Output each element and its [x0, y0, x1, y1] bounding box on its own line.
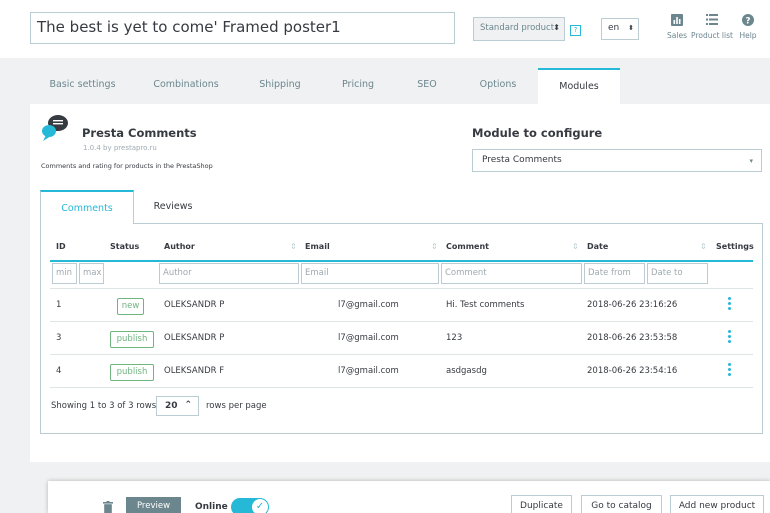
row-id: 1: [56, 300, 62, 310]
language-select[interactable]: en ⬍: [601, 18, 639, 40]
sales-label: Sales: [667, 31, 687, 40]
add-new-product-button[interactable]: Add new product: [670, 495, 764, 513]
select-arrows-icon: ⬍: [553, 23, 560, 32]
date-to-filter[interactable]: Date to: [647, 263, 708, 284]
column-header-comment[interactable]: Comment: [446, 242, 489, 251]
preview-button[interactable]: Preview: [126, 497, 181, 513]
tab-pricing[interactable]: Pricing: [332, 68, 384, 104]
column-header-author[interactable]: Author: [164, 242, 195, 251]
column-header-date[interactable]: Date: [587, 242, 608, 251]
modules-card: Presta Comments 1.0.4 by prestapro.ru Co…: [30, 104, 770, 462]
row-author: OLEKSANDR P: [164, 333, 225, 343]
svg-text:?: ?: [745, 17, 750, 27]
bar-chart-icon: [664, 14, 690, 28]
tab-combinations[interactable]: Combinations: [142, 68, 230, 104]
product-type-value: Standard product: [480, 23, 555, 33]
row-id: 3: [56, 333, 62, 343]
go-to-catalog-button[interactable]: Go to catalog: [581, 495, 662, 513]
row-email: l7@gmail.com: [338, 333, 399, 343]
column-header-settings: Settings: [716, 242, 754, 251]
sort-icon[interactable]: ⇕: [572, 242, 579, 251]
online-toggle[interactable]: ✓: [231, 498, 269, 513]
product-footer-bar: Preview Online ✓ Duplicate Go to catalog…: [48, 481, 770, 513]
product-name-input[interactable]: The best is yet to come' Framed poster1: [30, 12, 455, 44]
module-description: Comments and rating for products in the …: [41, 162, 213, 170]
sort-icon[interactable]: ⇕: [431, 242, 438, 251]
module-name: Presta Comments: [82, 126, 197, 140]
status-badge[interactable]: publish: [110, 331, 154, 348]
tab-options[interactable]: Options: [470, 68, 526, 104]
row-author: OLEKSANDR F: [164, 366, 225, 376]
row-email: l7@gmail.com: [338, 300, 399, 310]
language-value: en: [608, 23, 620, 33]
table-row[interactable]: 1 new OLEKSANDR P l7@gmail.com Hi. Test …: [50, 289, 753, 322]
product-type-help-icon[interactable]: ?: [570, 25, 581, 36]
chevron-down-icon: ▾: [749, 157, 753, 165]
rows-per-page-value: 20: [165, 401, 178, 411]
product-list-label: Product list: [691, 31, 733, 40]
duplicate-button[interactable]: Duplicate: [511, 495, 572, 513]
author-filter[interactable]: Author: [159, 263, 299, 284]
check-icon: ✓: [252, 499, 268, 513]
status-badge[interactable]: new: [117, 298, 144, 315]
row-comment: asdgasdg: [446, 366, 487, 376]
tab-seo[interactable]: SEO: [410, 68, 444, 104]
help-label: Help: [739, 31, 757, 40]
product-tabs: Basic settings Combinations Shipping Pri…: [30, 68, 770, 104]
sort-icon[interactable]: ⇕: [290, 242, 297, 251]
module-configure-value: Presta Comments: [482, 155, 562, 165]
row-date: 2018-06-26 23:16:26: [587, 300, 678, 310]
id-max-filter[interactable]: max: [79, 263, 104, 284]
row-id: 4: [56, 366, 62, 376]
pager-summary: Showing 1 to 3 of 3 rows: [51, 401, 157, 411]
online-label: Online: [195, 502, 228, 512]
module-configure-label: Module to configure: [472, 126, 603, 140]
sales-link[interactable]: Sales: [664, 14, 690, 40]
status-badge[interactable]: publish: [110, 364, 154, 381]
row-settings-icon[interactable]: [726, 363, 732, 379]
comment-filter[interactable]: Comment: [441, 263, 582, 284]
row-email: l7@gmail.com: [338, 366, 399, 376]
module-version: 1.0.4 by prestapro.ru: [83, 144, 157, 152]
chevron-up-icon: ⌃: [184, 400, 192, 410]
row-date: 2018-06-26 23:53:58: [587, 333, 678, 343]
product-list-link[interactable]: Product list: [690, 14, 734, 40]
product-type-select[interactable]: Standard product ⬍: [473, 17, 565, 41]
column-header-id[interactable]: ID: [56, 242, 66, 251]
email-filter[interactable]: Email: [301, 263, 439, 284]
date-from-filter[interactable]: Date from: [584, 263, 645, 284]
subtab-comments[interactable]: Comments: [40, 190, 134, 224]
row-comment: 123: [446, 333, 463, 343]
page-header: The best is yet to come' Framed poster1 …: [0, 0, 770, 58]
rows-per-page-select[interactable]: 20 ⌃: [156, 396, 199, 416]
tab-basic-settings[interactable]: Basic settings: [40, 68, 125, 104]
table-row[interactable]: 3 publish OLEKSANDR P l7@gmail.com 123 2…: [50, 322, 753, 355]
tab-shipping[interactable]: Shipping: [250, 68, 310, 104]
author-header-label: Author: [164, 242, 195, 251]
list-icon: [690, 14, 734, 28]
column-header-email[interactable]: Email: [305, 242, 330, 251]
rows-per-page-label: rows per page: [206, 401, 267, 411]
select-arrows-icon: ⬍: [628, 24, 634, 32]
sort-icon[interactable]: ⇕: [700, 242, 707, 251]
row-settings-icon[interactable]: [726, 297, 732, 313]
module-configure-select[interactable]: Presta Comments ▾: [472, 149, 762, 172]
row-author: OLEKSANDR P: [164, 300, 225, 310]
help-icon: ?: [736, 14, 760, 28]
comments-icon: [40, 114, 70, 142]
row-settings-icon[interactable]: [726, 330, 732, 346]
row-comment: Hi. Test comments: [446, 300, 525, 310]
table-header-divider: [50, 260, 753, 262]
help-link[interactable]: ? Help: [736, 14, 760, 40]
trash-icon[interactable]: [103, 501, 113, 513]
tab-modules[interactable]: Modules: [538, 68, 620, 104]
id-min-filter[interactable]: min: [52, 263, 77, 284]
subtab-reviews[interactable]: Reviews: [142, 190, 204, 224]
table-row[interactable]: 4 publish OLEKSANDR F l7@gmail.com asdga…: [50, 355, 753, 388]
column-header-status[interactable]: Status: [110, 242, 139, 251]
row-date: 2018-06-26 23:54:16: [587, 366, 678, 376]
